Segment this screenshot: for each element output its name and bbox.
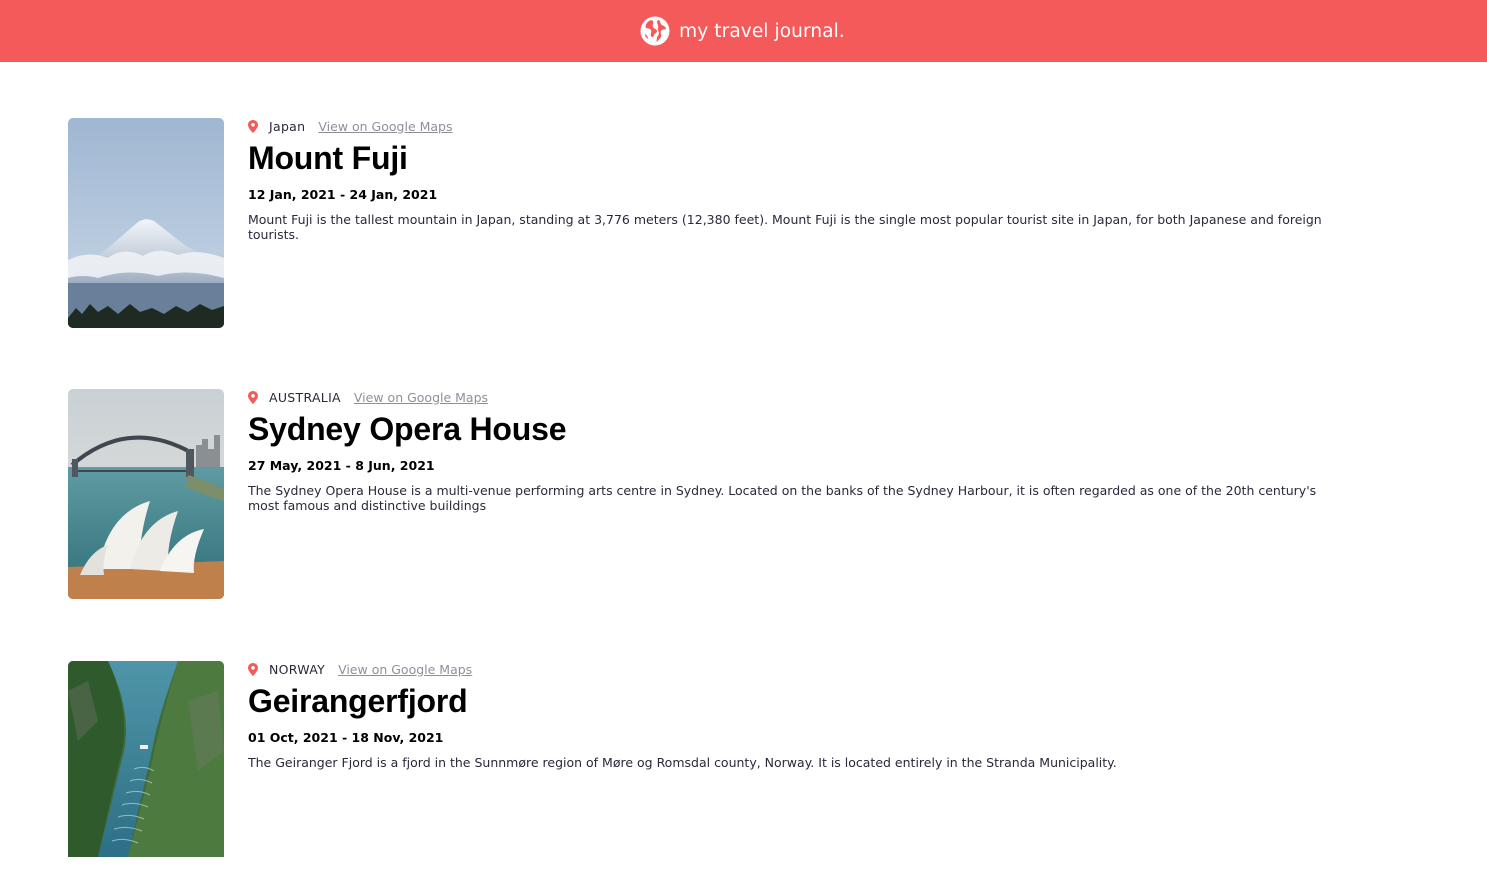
entry-description: Mount Fuji is the tallest mountain in Ja… [248, 212, 1322, 242]
journal-entry: Japan View on Google Maps Mount Fuji 12 … [68, 118, 1487, 330]
entry-description: The Geiranger Fjord is a fjord in the Su… [248, 755, 1117, 770]
entry-body: AUSTRALIA View on Google Maps Sydney Ope… [248, 389, 1343, 526]
entry-title: Geirangerfjord [248, 683, 468, 719]
entry-title: Sydney Opera House [248, 411, 567, 447]
brand[interactable]: my travel journal. [640, 16, 845, 46]
entry-photo-mount-fuji [68, 118, 224, 328]
location-pin-icon [248, 390, 258, 404]
entry-title: Mount Fuji [248, 140, 408, 176]
entry-body: Japan View on Google Maps Mount Fuji 12 … [248, 118, 1343, 255]
entry-description: The Sydney Opera House is a multi-venue … [248, 483, 1317, 513]
navbar: my travel journal. [0, 0, 1487, 62]
entry-dates: 12 Jan, 2021 - 24 Jan, 2021 [248, 187, 438, 202]
location-pin-icon [248, 662, 258, 676]
brand-title: my travel journal. [679, 20, 845, 42]
entry-body: NORWAY View on Google Maps Geirangerfjor… [248, 661, 1343, 783]
google-maps-link[interactable]: View on Google Maps [354, 390, 488, 405]
location-pin-icon [248, 119, 258, 133]
location-row: AUSTRALIA View on Google Maps [248, 389, 1343, 405]
google-maps-link[interactable]: View on Google Maps [338, 662, 472, 677]
journal-entry: NORWAY View on Google Maps Geirangerfjor… [68, 661, 1487, 873]
entry-photo-sydney-opera-house [68, 389, 224, 599]
globe-icon [640, 16, 670, 46]
location-row: NORWAY View on Google Maps [248, 661, 1343, 677]
country-label: AUSTRALIA [269, 389, 341, 405]
google-maps-link[interactable]: View on Google Maps [318, 119, 452, 134]
country-label: NORWAY [269, 661, 326, 677]
country-label: Japan [269, 118, 306, 134]
entry-dates: 01 Oct, 2021 - 18 Nov, 2021 [248, 730, 444, 745]
location-row: Japan View on Google Maps [248, 118, 1343, 134]
entry-photo-geirangerfjord [68, 661, 224, 857]
entry-dates: 27 May, 2021 - 8 Jun, 2021 [248, 458, 435, 473]
journal-entry: AUSTRALIA View on Google Maps Sydney Ope… [68, 389, 1487, 601]
